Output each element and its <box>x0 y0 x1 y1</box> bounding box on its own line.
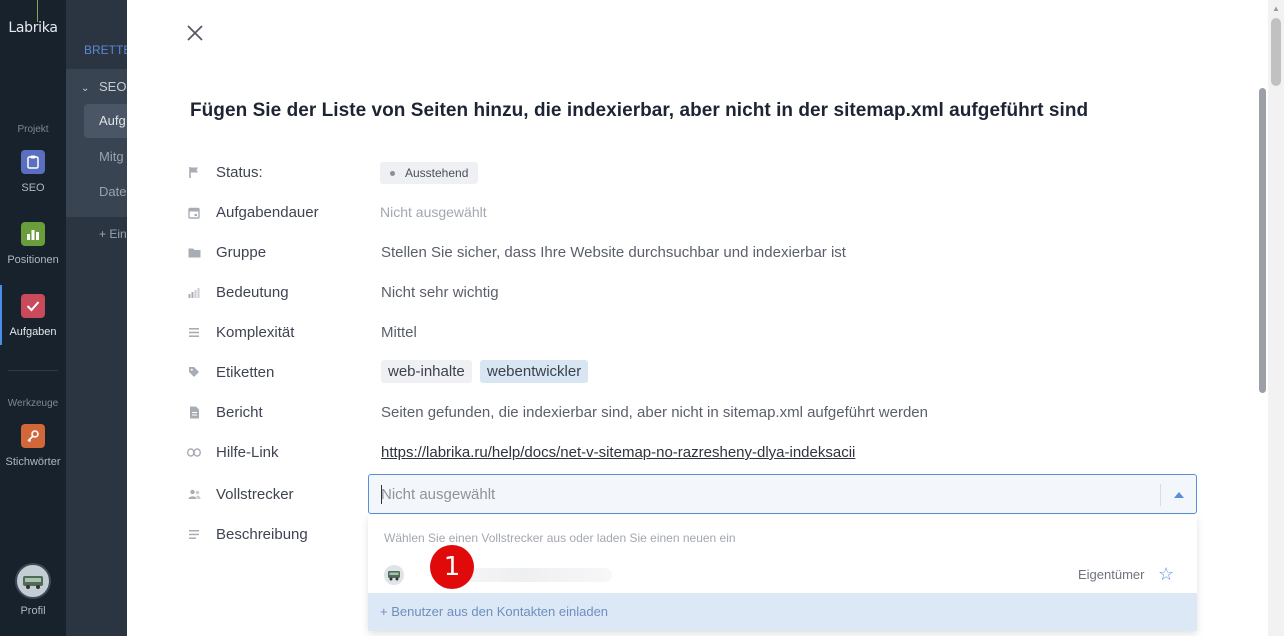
field-label: Vollstrecker <box>216 485 294 503</box>
field-label: Komplexität <box>216 323 295 341</box>
users-icon <box>186 486 202 502</box>
help-link[interactable]: https://labrika.ru/help/docs/net-v-sitem… <box>381 444 855 461</box>
board-group[interactable]: ⌄ SEO- <box>81 79 131 94</box>
sidebar-item-label: Profil <box>20 605 46 617</box>
user-role: Eigentümer <box>1078 567 1145 582</box>
field-beschreibung: Beschreibung <box>186 522 308 546</box>
scroll-up-icon[interactable]: ▲ <box>1272 4 1280 13</box>
section-label-werkzeuge: Werkzeuge <box>7 398 59 409</box>
gruppe-value[interactable]: Stellen Sie sicher, dass Ihre Website du… <box>381 244 846 261</box>
field-label: Etiketten <box>216 363 275 381</box>
signal-bars-icon <box>186 284 202 300</box>
step-marker: 1 <box>430 545 474 589</box>
field-bedeutung: Bedeutung <box>186 280 289 304</box>
field-label: Aufgabendauer <box>216 203 319 221</box>
field-gruppe: Gruppe <box>186 240 266 264</box>
sidebar-item-label: Aufgaben <box>9 326 57 338</box>
status-dot <box>390 170 395 176</box>
komplexitaet-value[interactable]: Mittel <box>381 324 417 341</box>
app-logo[interactable]: Labrika <box>0 20 66 36</box>
field-label: Status: <box>216 163 263 181</box>
close-icon <box>187 25 203 41</box>
document-icon <box>186 404 202 420</box>
board-row[interactable]: Date <box>99 184 126 199</box>
vollstrecker-dropdown: Wählen Sie einen Vollstrecker aus oder l… <box>368 515 1197 631</box>
sidebar-divider <box>8 370 58 371</box>
flag-icon <box>186 164 202 180</box>
field-bericht: Bericht <box>186 400 263 424</box>
text-lines-icon <box>186 526 202 542</box>
close-button[interactable] <box>184 22 206 44</box>
avatar <box>384 565 404 585</box>
field-vollstrecker: Vollstrecker <box>186 482 294 506</box>
tag-chip[interactable]: webentwickler <box>480 360 589 383</box>
bericht-value: Seiten gefunden, die indexierbar sind, a… <box>381 404 928 421</box>
link-icon <box>186 444 202 460</box>
calendar-icon <box>186 204 202 220</box>
sidebar-item-seo[interactable]: SEO <box>0 150 66 194</box>
select-separator <box>1160 484 1161 506</box>
clipboard-icon <box>21 150 45 174</box>
sidebar-item-label: SEO <box>21 182 45 194</box>
tag-icon <box>186 364 202 380</box>
field-hilfe: Hilfe-Link <box>186 440 279 464</box>
sidebar-item-profil[interactable]: Profil <box>0 563 66 617</box>
field-label: Gruppe <box>216 243 267 261</box>
board-add-button[interactable]: + Ein <box>99 227 127 241</box>
dropdown-hint: Wählen Sie einen Vollstrecker aus oder l… <box>384 531 736 545</box>
vollstrecker-select[interactable]: Nicht ausgewählt <box>368 474 1197 514</box>
sidebar-item-stichwoerter[interactable]: Stichwörter <box>0 424 66 468</box>
vollstrecker-placeholder: Nicht ausgewählt <box>381 486 496 503</box>
key-icon <box>21 424 45 448</box>
field-komplexitaet: Komplexität <box>186 320 294 344</box>
star-icon[interactable]: ☆ <box>1158 564 1174 585</box>
tag-chip[interactable]: web-inhalte <box>381 360 472 383</box>
field-label: Bedeutung <box>216 283 289 301</box>
avatar <box>15 563 51 599</box>
chevron-up-icon[interactable] <box>1174 492 1184 498</box>
board-row[interactable]: Aufg <box>99 113 126 128</box>
board-label[interactable]: BRETTE <box>84 43 131 57</box>
invite-contacts-button[interactable]: + Benutzer aus den Kontakten einladen <box>368 593 1197 631</box>
chevron-down-icon: ⌄ <box>81 83 90 94</box>
board-row[interactable]: Mitg <box>99 149 124 164</box>
scrollbar-track[interactable] <box>1268 0 1284 636</box>
sidebar-item-label: Positionen <box>7 254 59 266</box>
field-label: Hilfe-Link <box>216 443 279 461</box>
lines-icon <box>186 324 202 340</box>
bedeutung-value[interactable]: Nicht sehr wichtig <box>381 284 499 301</box>
logo-accent <box>37 0 38 22</box>
sidebar-item-label: Stichwörter <box>5 456 61 468</box>
board-panel: BRETTE ⌄ SEO- Aufg Mitg Date + Ein <box>66 0 131 636</box>
chart-icon <box>21 222 45 246</box>
field-status: Status: <box>186 160 263 184</box>
status-badge[interactable]: Ausstehend <box>380 162 479 184</box>
inner-scrollbar-thumb[interactable] <box>1259 88 1266 393</box>
field-label: Bericht <box>216 403 263 421</box>
page-title: Fügen Sie der Liste von Seiten hinzu, di… <box>190 100 1089 121</box>
scrollbar-thumb[interactable] <box>1271 18 1281 86</box>
field-etiketten: Etiketten <box>186 360 274 384</box>
section-label-projekt: Projekt <box>17 124 49 135</box>
check-icon <box>21 294 45 318</box>
app-sidebar: Labrika Projekt SEO Positionen Aufgaben … <box>0 0 66 636</box>
field-dauer: Aufgabendauer <box>186 200 319 224</box>
dauer-value[interactable]: Nicht ausgewählt <box>380 204 487 220</box>
sidebar-item-positionen[interactable]: Positionen <box>0 222 66 266</box>
dropdown-option-user[interactable]: Eigentümer ☆ <box>368 559 1197 591</box>
sidebar-item-aufgaben[interactable]: Aufgaben <box>0 294 66 338</box>
field-label: Beschreibung <box>216 525 308 543</box>
folder-icon <box>186 244 202 260</box>
status-value: Ausstehend <box>405 166 469 180</box>
